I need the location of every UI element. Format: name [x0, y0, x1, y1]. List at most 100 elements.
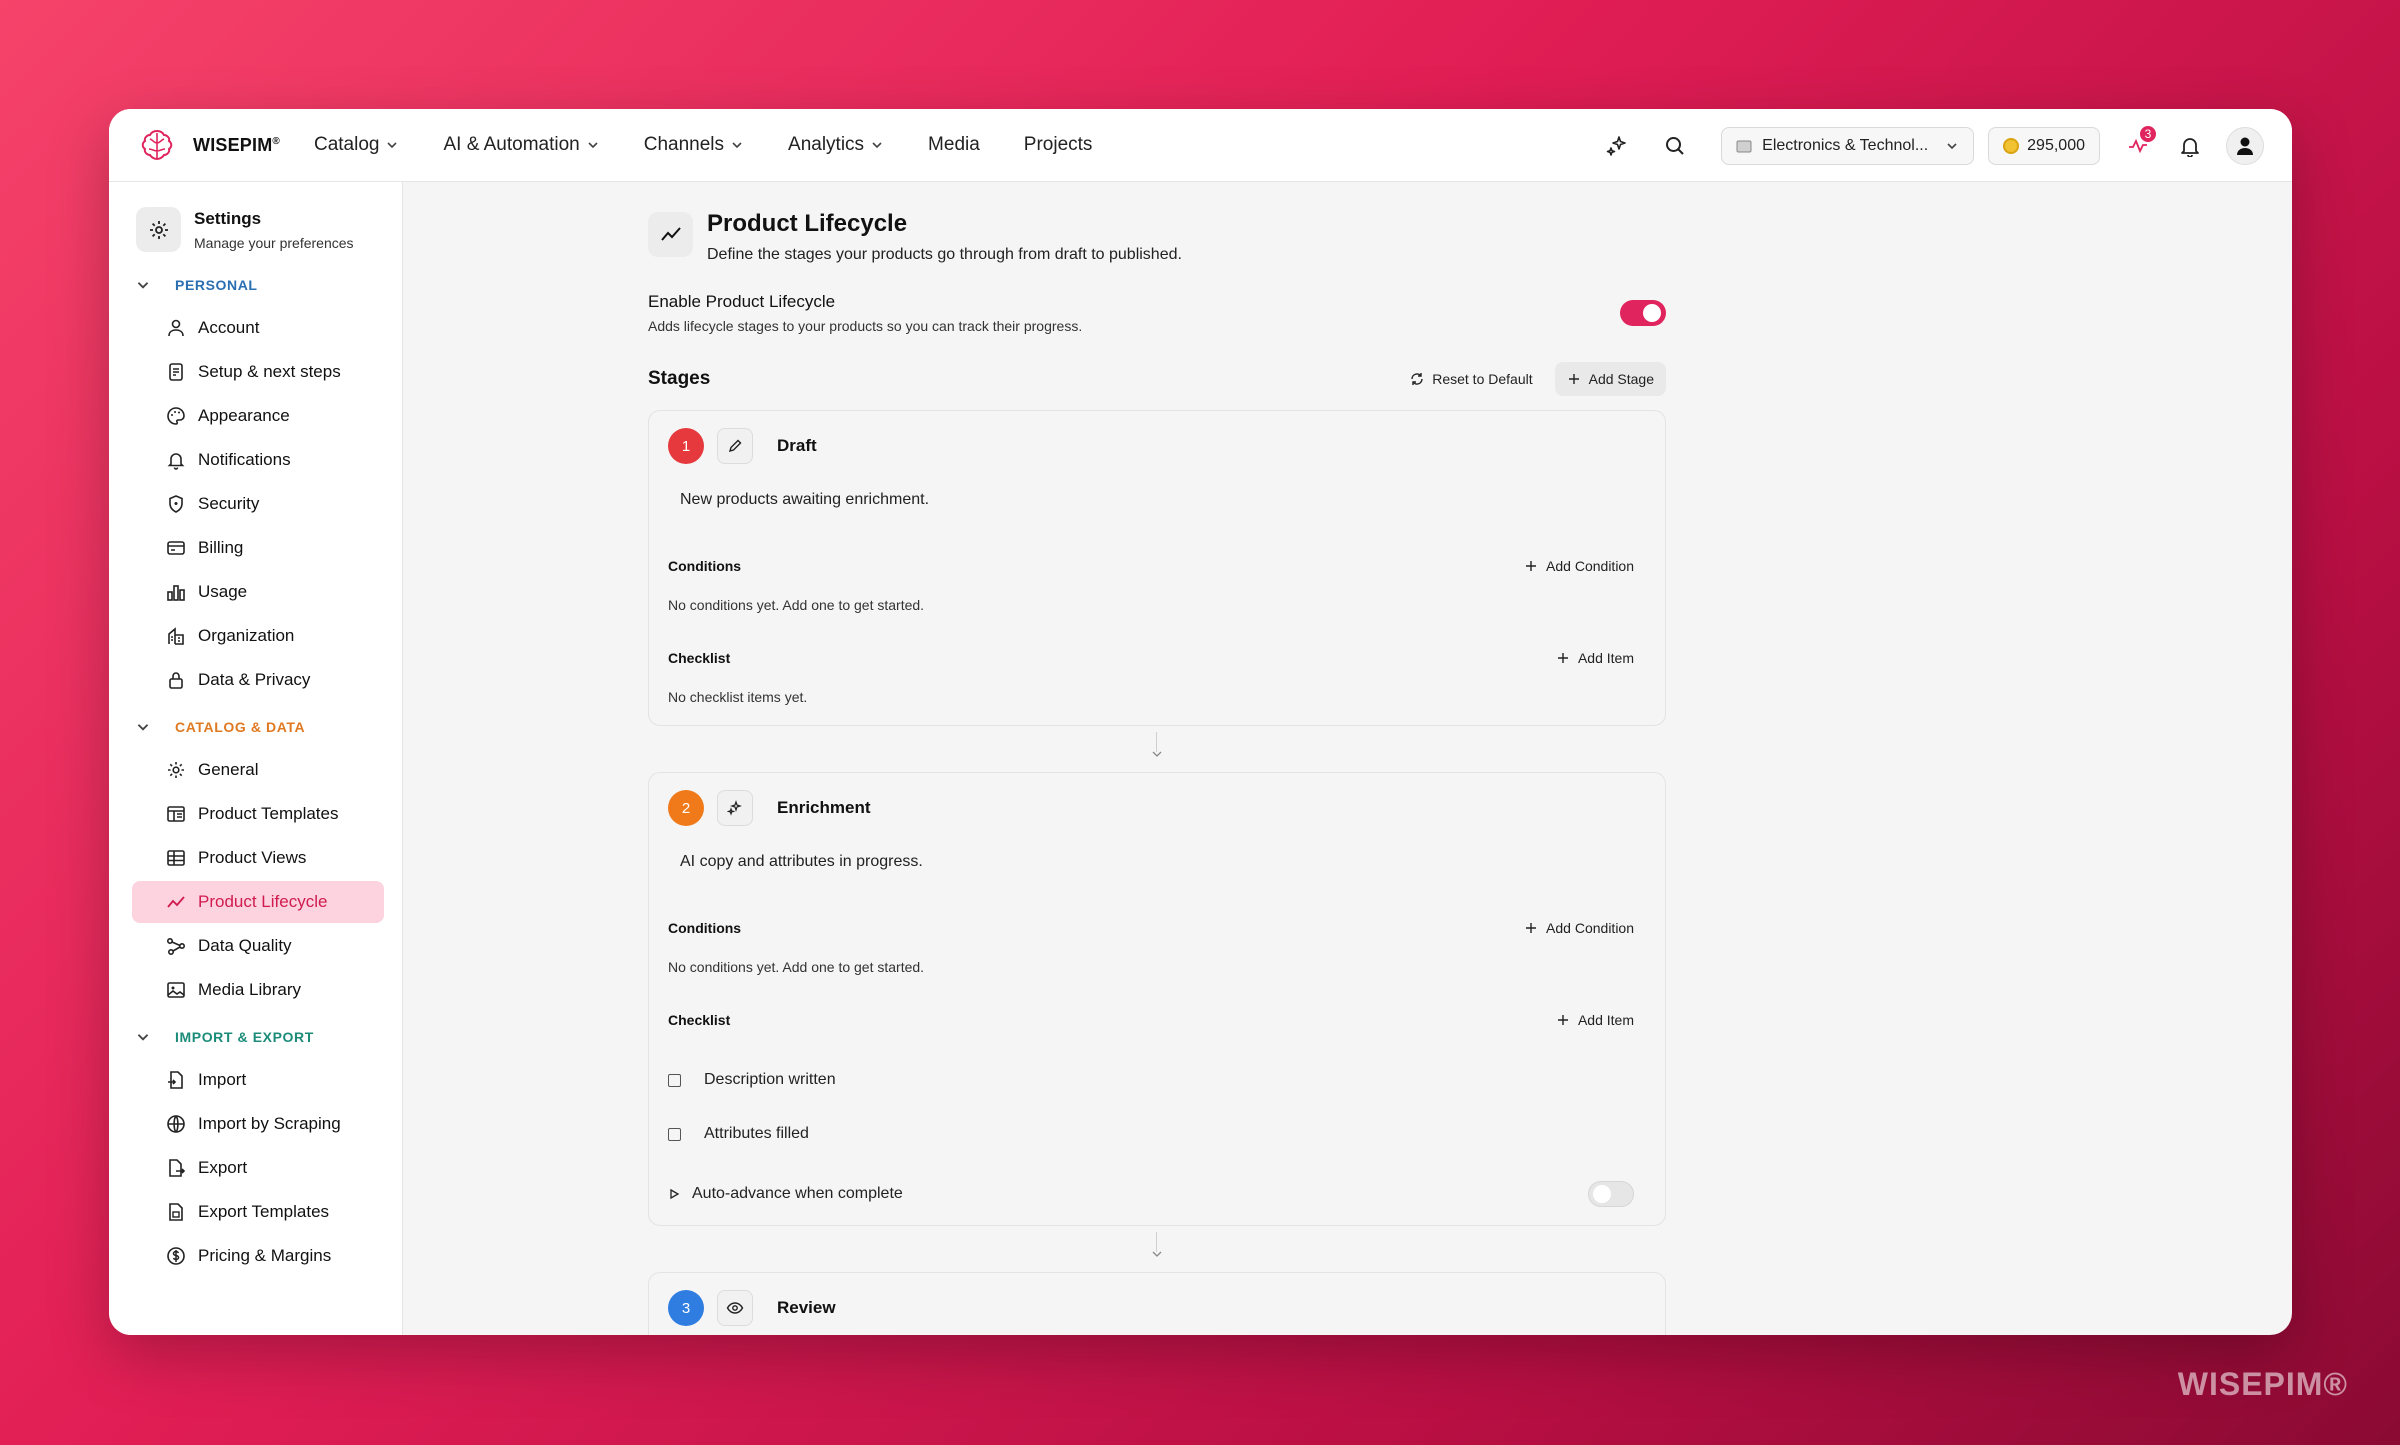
lock-icon — [169, 672, 183, 689]
stage-number: 3 — [668, 1290, 704, 1326]
chevron-down-icon — [732, 142, 742, 149]
user-icon — [2237, 137, 2253, 155]
shield-icon — [169, 495, 183, 513]
nav-analytics[interactable]: Analytics — [788, 134, 884, 156]
chevron-down-icon — [387, 142, 398, 149]
sidebar-item-usage[interactable]: Usage — [132, 571, 384, 613]
section-personal[interactable]: PERSONAL — [109, 265, 402, 305]
nav-ai-automation[interactable]: AI & Automation — [443, 134, 599, 156]
stage-connector — [648, 726, 1666, 772]
chevron-down-icon — [872, 142, 882, 149]
sidebar-item-media-library[interactable]: Media Library — [132, 969, 384, 1011]
main-content: Product Lifecycle Define the stages your… — [404, 182, 2292, 1335]
add-condition-button[interactable]: Add Condition — [1524, 911, 1634, 945]
brand-watermark: WISEPIM® — [2177, 1366, 2348, 1402]
sidebar-item-import[interactable]: Import — [132, 1059, 384, 1101]
user-avatar[interactable] — [2226, 126, 2264, 165]
nav-catalog[interactable]: Catalog — [314, 134, 400, 156]
add-stage-button[interactable]: Add Stage — [1554, 362, 1666, 396]
sidebar-item-notifications[interactable]: Notifications — [132, 439, 384, 481]
plus-icon — [1526, 561, 1537, 571]
stage-card-enrichment: 2 Enrichment AI copy and attributes in p… — [648, 772, 1666, 1226]
sidebar-item-organization[interactable]: Organization — [132, 615, 384, 657]
conditions-empty: No conditions yet. Add one to get starte… — [668, 959, 925, 975]
conditions-label: Conditions — [668, 920, 742, 936]
plus-icon — [1568, 374, 1579, 384]
sidebar-item-billing[interactable]: Billing — [132, 527, 384, 569]
activity-button[interactable]: 3 — [2118, 123, 2158, 166]
globe-icon — [167, 1115, 185, 1133]
sidebar-item-data-quality[interactable]: Data Quality — [132, 925, 384, 967]
sidebar-item-product-lifecycle[interactable]: Product Lifecycle — [132, 881, 384, 923]
conditions-empty: No conditions yet. Add one to get starte… — [668, 597, 925, 613]
sidebar-item-account[interactable]: Account — [132, 307, 384, 349]
sidebar-item-data-privacy[interactable]: Data & Privacy — [132, 659, 384, 701]
enable-lifecycle-toggle[interactable] — [1620, 300, 1666, 326]
settings-sidebar: Settings Manage your preferences PERSONA… — [109, 182, 403, 1335]
trend-line-icon — [648, 212, 693, 257]
checklist-item[interactable]: Attributes filled — [668, 1125, 1634, 1143]
sidebar-item-general[interactable]: General — [132, 749, 384, 791]
stage-number: 1 — [668, 428, 704, 464]
section-import-export[interactable]: IMPORT & EXPORT — [109, 1017, 402, 1057]
brand-name: WISEPIM® — [193, 134, 280, 155]
nav-channels[interactable]: Channels — [644, 134, 744, 156]
file-import-icon — [168, 1071, 183, 1089]
folder-icon — [1736, 140, 1752, 152]
sidebar-item-product-templates[interactable]: Product Templates — [132, 793, 384, 835]
chevron-down-icon — [137, 724, 149, 731]
section-catalog-data[interactable]: CATALOG & DATA — [109, 707, 402, 747]
checkbox[interactable] — [668, 1073, 681, 1087]
stages-title: Stages — [648, 368, 711, 389]
image-icon — [167, 982, 185, 998]
add-condition-button[interactable]: Add Condition — [1524, 549, 1634, 583]
sidebar-item-export-templates[interactable]: Export Templates — [132, 1191, 384, 1233]
building-icon — [168, 627, 184, 645]
search-button[interactable] — [1655, 126, 1695, 166]
pencil-icon[interactable] — [717, 428, 753, 464]
page-header: Product Lifecycle Define the stages your… — [648, 210, 1666, 264]
checklist-item[interactable]: Description written — [668, 1071, 1634, 1089]
plus-icon — [1557, 1015, 1568, 1025]
sidebar-item-setup[interactable]: Setup & next steps — [132, 351, 384, 393]
eye-icon[interactable] — [717, 1290, 753, 1326]
credits-balance[interactable]: 295,000 — [1988, 126, 2100, 165]
nav-media[interactable]: Media — [928, 134, 980, 156]
enable-title: Enable Product Lifecycle — [648, 292, 836, 311]
add-item-button[interactable]: Add Item — [1556, 641, 1634, 675]
plus-icon — [1526, 923, 1537, 933]
auto-advance-toggle[interactable] — [1588, 1181, 1634, 1207]
ai-sparkle-button[interactable] — [1597, 126, 1637, 166]
app-window: WISEPIM® Catalog AI & Automation Channel… — [109, 109, 2292, 1335]
checkbox[interactable] — [668, 1127, 681, 1141]
auto-advance-expander[interactable]: Auto-advance when complete — [668, 1185, 903, 1203]
sidebar-item-security[interactable]: Security — [132, 483, 384, 525]
bell-icon — [2181, 137, 2199, 157]
trend-line-icon — [167, 896, 185, 908]
notifications-button[interactable] — [2170, 126, 2210, 166]
top-navbar: WISEPIM® Catalog AI & Automation Channel… — [109, 109, 2292, 182]
nav-projects[interactable]: Projects — [1024, 134, 1093, 156]
sidebar-item-appearance[interactable]: Appearance — [132, 395, 384, 437]
gear-icon — [136, 207, 181, 252]
sidebar-item-import-scraping[interactable]: Import by Scraping — [132, 1103, 384, 1145]
add-item-button[interactable]: Add Item — [1556, 1003, 1634, 1037]
stage-name[interactable]: Enrichment — [777, 798, 871, 818]
sparkles-icon — [1606, 135, 1626, 156]
sidebar-item-product-views[interactable]: Product Views — [132, 837, 384, 879]
user-icon — [168, 319, 184, 337]
page-subtitle: Define the stages your products go throu… — [707, 246, 1182, 263]
stage-name[interactable]: Draft — [777, 436, 817, 456]
stage-description[interactable]: New products awaiting enrichment. — [668, 491, 1634, 509]
sidebar-item-export[interactable]: Export — [132, 1147, 384, 1189]
dollar-circle-icon — [167, 1247, 185, 1265]
brand-logo[interactable]: WISEPIM® — [137, 125, 280, 165]
reset-default-button[interactable]: Reset to Default — [1398, 362, 1544, 396]
clipboard-icon — [169, 363, 183, 381]
sparkles-icon[interactable] — [717, 790, 753, 826]
stage-description[interactable]: AI copy and attributes in progress. — [668, 853, 1634, 871]
sidebar-item-pricing-margins[interactable]: Pricing & Margins — [132, 1235, 384, 1277]
workspace-select[interactable]: Electronics & Technol... — [1721, 126, 1975, 165]
checklist-empty: No checklist items yet. — [668, 689, 808, 705]
stage-name[interactable]: Review — [777, 1298, 836, 1318]
